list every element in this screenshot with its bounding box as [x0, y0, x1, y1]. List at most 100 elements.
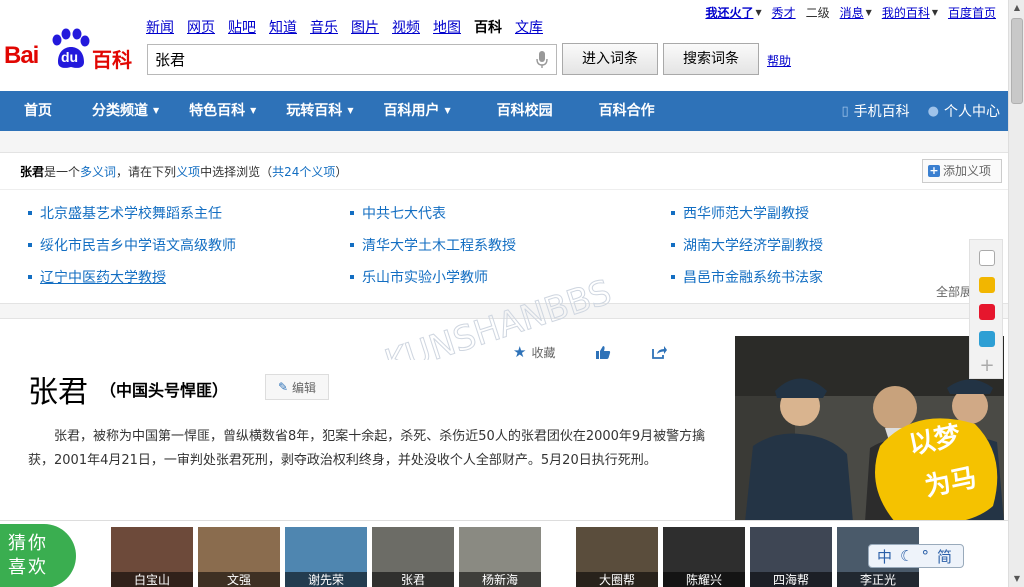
guess-you-like-label: 猜你 喜欢 [0, 524, 76, 587]
scroll-thumb[interactable] [1011, 18, 1023, 104]
nav-web[interactable]: 网页 [187, 17, 215, 37]
share-icon [652, 345, 668, 359]
ime-punct[interactable]: ° [921, 547, 929, 565]
guess-thumb[interactable]: 谢先荣 [285, 527, 367, 587]
sense-label: 西华师范大学副教授 [683, 206, 809, 222]
enter-entry-button[interactable]: 进入词条 [562, 43, 658, 75]
mainnav-campus-label: 百科校园 [496, 103, 553, 119]
my-baike-link[interactable]: 我的百科 [882, 4, 930, 21]
share-button[interactable] [651, 345, 668, 360]
guess-thumb[interactable]: 大圈帮 [576, 527, 658, 587]
sense-item[interactable]: 绥化市民吉乡中学语文高级教师 [28, 235, 236, 255]
search-input[interactable] [148, 45, 518, 74]
sense-item[interactable]: 清华大学土木工程系教授 [350, 235, 516, 255]
mobile-baike-link[interactable]: ▯ 手机百科 [842, 101, 910, 121]
bullet-icon [671, 211, 675, 215]
chevron-down-icon[interactable]: ▼ [755, 8, 761, 17]
microphone-icon[interactable] [536, 51, 548, 69]
bullet-icon [28, 275, 32, 279]
messages-link[interactable]: 消息 [840, 4, 864, 21]
sense-item[interactable]: 乐山市实验小学教师 [350, 267, 488, 287]
guess-thumb[interactable]: 文强 [198, 527, 280, 587]
nav-news[interactable]: 新闻 [146, 17, 174, 37]
tencent-weibo-icon[interactable] [979, 331, 995, 347]
sense-label: 湖南大学经济学副教授 [683, 238, 823, 254]
more-plus-icon[interactable]: + [979, 357, 995, 375]
chevron-down-icon[interactable]: ▼ [932, 8, 938, 17]
mainnav-cooperation[interactable]: 百科合作 [579, 91, 667, 131]
search-entry-button[interactable]: 搜索词条 [663, 43, 759, 75]
logo-du: du [61, 49, 79, 65]
chevron-down-icon[interactable]: ▼ [866, 8, 872, 17]
guess-thumb[interactable]: 陈耀兴 [663, 527, 745, 587]
qzone-icon[interactable] [979, 277, 995, 293]
share-icon[interactable] [979, 250, 995, 266]
sense-item[interactable]: 西华师范大学副教授 [671, 203, 809, 223]
nav-wenku[interactable]: 文库 [515, 17, 543, 37]
share-sidebar: + [969, 239, 1003, 379]
sense-item[interactable]: 北京盛基艺术学校舞蹈系主任 [28, 203, 222, 223]
ime-mode[interactable]: 中 [877, 546, 892, 567]
sense-count-link[interactable]: 共24个义项 [272, 165, 335, 179]
mainnav-play[interactable]: 玩转百科 ▼ [274, 91, 371, 131]
logo-bai: Bai [4, 42, 39, 69]
collect-button[interactable]: ★ 收藏 [513, 343, 555, 361]
mainnav-featured[interactable]: 特色百科 ▼ [177, 91, 274, 131]
thumb-caption: 张君 [372, 572, 454, 587]
bullet-icon [350, 211, 354, 215]
article-photo[interactable]: 以梦 为马 [735, 336, 1004, 522]
sense-label: 昌邑市金融系统书法家 [683, 270, 823, 286]
sense-item[interactable]: 辽宁中医药大学教授 [28, 267, 166, 287]
guess-thumb[interactable]: 杨新海 [459, 527, 541, 587]
nav-tieba[interactable]: 贴吧 [228, 17, 256, 37]
nav-video[interactable]: 视频 [392, 17, 420, 37]
mainnav-cooperation-label: 百科合作 [598, 103, 655, 119]
sense-label: 清华大学土木工程系教授 [362, 238, 516, 254]
nav-music[interactable]: 音乐 [310, 17, 338, 37]
ime-variant[interactable]: 简 [937, 546, 952, 567]
scrollbar[interactable]: ▲ ▼ [1008, 0, 1024, 587]
xiucai-link[interactable]: 秀才 [772, 4, 796, 21]
page-subtitle: （中国头号悍匪） [100, 381, 229, 400]
mainnav-home-label: 首页 [24, 103, 52, 119]
polysemy-text: ，请在下列 [116, 165, 177, 179]
mainnav-play-label: 玩转百科 [286, 103, 343, 119]
thumb-caption: 四海帮 [750, 572, 832, 587]
nav-images[interactable]: 图片 [351, 17, 379, 37]
mainnav-home[interactable]: 首页 [0, 91, 80, 131]
weibo-icon[interactable] [979, 304, 995, 320]
username-link[interactable]: 我还火了 [705, 4, 753, 21]
header: Bai du 百科 新闻 网页 贴吧 知道 音乐 图片 视频 地图 百科 文库 … [0, 0, 1010, 92]
polysemy-panel: 张君是一个多义词，请在下列义项中选择浏览（共24个义项） + 添加义项 北京盛基艺… [0, 152, 1008, 304]
baidu-home-link[interactable]: 百度首页 [948, 4, 996, 21]
like-button[interactable] [595, 345, 611, 360]
edit-button[interactable]: ✎ 编辑 [265, 374, 329, 400]
sense-item[interactable]: 湖南大学经济学副教授 [671, 235, 823, 255]
scroll-down-arrow-icon[interactable]: ▼ [1009, 571, 1024, 587]
guess-thumb[interactable]: 四海帮 [750, 527, 832, 587]
guess-label-line: 喜欢 [8, 557, 48, 578]
thumb-caption: 白宝山 [111, 572, 193, 587]
mainnav-categories[interactable]: 分类频道 ▼ [80, 91, 177, 131]
ime-toolbar[interactable]: 中 ☾ ° 简 [868, 544, 964, 568]
mainnav-users[interactable]: 百科用户 ▼ [371, 91, 468, 131]
mainnav-campus[interactable]: 百科校园 [469, 91, 579, 131]
nav-zhidao[interactable]: 知道 [269, 17, 297, 37]
main-nav: 首页 分类频道 ▼ 特色百科 ▼ 玩转百科 ▼ 百科用户 ▼ 百科校园 百科合作 ▯ 手机… [0, 91, 1008, 131]
sense-item[interactable]: 中共七大代表 [350, 203, 446, 223]
guess-thumb[interactable]: 张君 [372, 527, 454, 587]
sense-link[interactable]: 义项 [176, 165, 200, 179]
add-sense-button[interactable]: + 添加义项 [922, 159, 1002, 183]
moon-icon[interactable]: ☾ [900, 547, 913, 565]
bullet-icon [28, 211, 32, 215]
guess-thumb[interactable]: 白宝山 [111, 527, 193, 587]
scroll-up-arrow-icon[interactable]: ▲ [1009, 0, 1024, 16]
personal-center-label: 个人中心 [944, 104, 1000, 120]
bullet-icon [350, 275, 354, 279]
baidu-baike-logo[interactable]: Bai du 百科 [4, 24, 140, 74]
nav-map[interactable]: 地图 [433, 17, 461, 37]
personal-center-link[interactable]: ● 个人中心 [928, 101, 1000, 121]
polysemy-link[interactable]: 多义词 [80, 165, 116, 179]
sense-item[interactable]: 昌邑市金融系统书法家 [671, 267, 823, 287]
help-link[interactable]: 帮助 [767, 52, 791, 69]
